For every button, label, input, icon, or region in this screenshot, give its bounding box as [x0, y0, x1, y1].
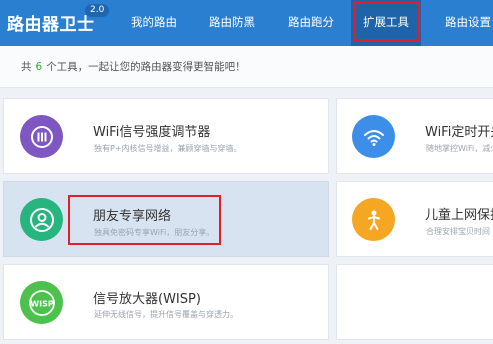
tab-extension-tools[interactable]: 扩展工具: [351, 0, 421, 46]
app-title: 路由器卫士: [7, 15, 95, 35]
tool-title: 信号放大器(WISP): [93, 292, 201, 307]
user-icon: [20, 198, 63, 241]
tool-card-wifi-timer[interactable]: WiFi定时开关 随地掌控WiFi，减少: [336, 98, 493, 174]
tab-router-benchmark[interactable]: 路由跑分: [274, 0, 348, 46]
tool-card-wisp-amplifier[interactable]: WISP 信号放大器(WISP) 延伸无线信号，提升信号覆盖与穿透力。: [3, 264, 329, 340]
wifi-icon: [352, 115, 395, 158]
tool-card-wifi-signal-adjuster[interactable]: WiFi信号强度调节器 独有P+内核信号增益，兼顾穿墙与穿墙。: [3, 98, 329, 174]
wisp-icon: WISP: [20, 281, 63, 324]
tool-title: WiFi定时开关: [425, 125, 493, 140]
tab-router-protection[interactable]: 路由防黑: [196, 0, 268, 46]
signal-level-icon: [20, 115, 63, 158]
child-icon: [352, 198, 395, 241]
tool-title: WiFi信号强度调节器: [93, 125, 211, 140]
version-badge: 2.0: [85, 4, 110, 17]
tool-card-friends-network[interactable]: 朋友专享网络 独具免密码专享WiFi，朋友分享。: [3, 181, 329, 257]
tool-description: 合理安排宝贝时间: [426, 227, 490, 236]
tool-description: 独具免密码专享WiFi，朋友分享。: [94, 228, 215, 237]
summary-suffix: 个工具，一起让您的路由器变得更智能吧！: [46, 61, 246, 73]
tool-count-summary: 共 6 个工具，一起让您的路由器变得更智能吧！: [0, 46, 493, 88]
tool-description: 随地掌控WiFi，减少: [426, 144, 493, 153]
tool-count: 6: [35, 61, 43, 73]
tool-description: 延伸无线信号，提升信号覆盖与穿透力。: [94, 310, 238, 319]
tool-description: 独有P+内核信号增益，兼顾穿墙与穿墙。: [94, 144, 242, 153]
tab-my-router[interactable]: 我的路由: [118, 0, 190, 46]
summary-prefix: 共: [21, 61, 32, 73]
tool-title: 朋友专享网络: [93, 209, 172, 224]
tool-title: 儿童上网保护: [425, 208, 493, 223]
tab-router-settings[interactable]: 路由设置: [432, 0, 493, 46]
svg-text:WISP: WISP: [30, 299, 54, 308]
tool-card-empty: [336, 264, 493, 340]
top-bar: 路由器卫士 2.0 我的路由 路由防黑 路由跑分 扩展工具 路由设置: [0, 0, 493, 46]
tool-card-child-protection[interactable]: 儿童上网保护 合理安排宝贝时间: [336, 181, 493, 257]
